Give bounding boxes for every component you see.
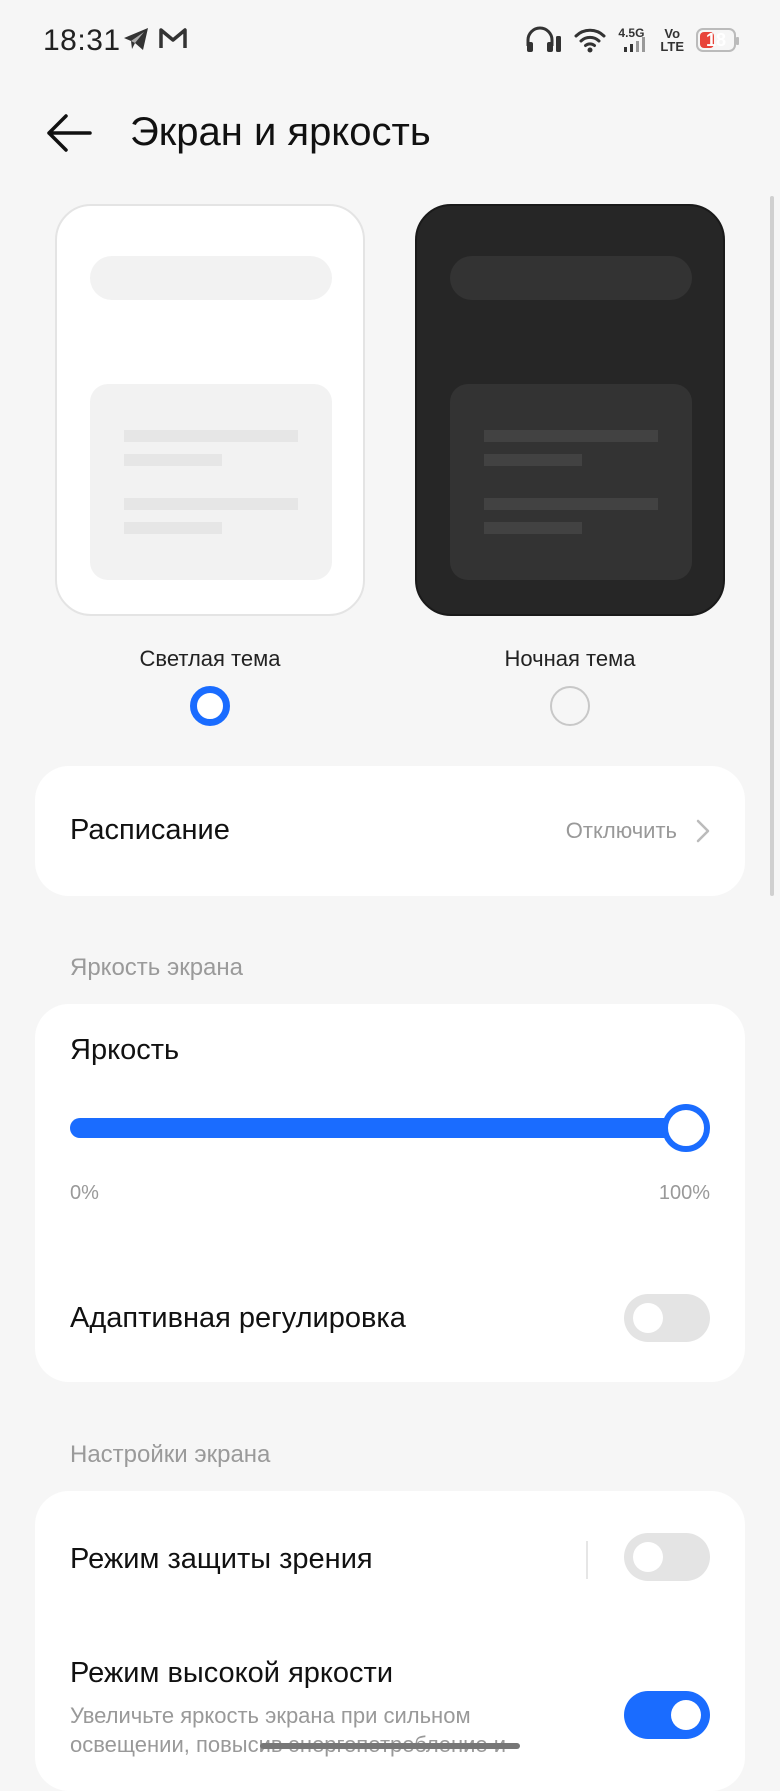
high-brightness-label: Режим высокой яркости: [70, 1657, 394, 1689]
gmail-icon: [159, 28, 187, 48]
chevron-right-icon: [696, 819, 710, 843]
status-bar: 18:31 4.5G Vo LTE 18: [0, 0, 780, 84]
home-indicator[interactable]: [260, 1743, 520, 1749]
brightness-min-label: 0%: [70, 1182, 99, 1204]
battery-icon: 18: [696, 28, 739, 52]
brightness-slider-thumb[interactable]: [662, 1104, 710, 1152]
wifi-icon: [574, 28, 606, 53]
brightness-card: Яркость 0% 100% Адаптивная регулировка: [35, 1004, 745, 1382]
status-left-icons: [122, 26, 188, 52]
dark-theme-label: Ночная тема: [504, 646, 636, 671]
scrollbar[interactable]: [770, 196, 774, 896]
volte-bottom-label: LTE: [660, 39, 684, 54]
page-title: Экран и яркость: [130, 110, 431, 154]
battery-level: 18: [705, 29, 727, 50]
arrow-left-icon: [47, 114, 92, 152]
light-theme-preview[interactable]: [55, 204, 365, 616]
schedule-label: Расписание: [70, 814, 230, 846]
high-brightness-description: Увеличьте яркость экрана при сильном осв…: [70, 1703, 506, 1757]
dark-theme-radio[interactable]: [550, 686, 590, 726]
back-button[interactable]: [44, 108, 94, 158]
brightness-slider[interactable]: [70, 1104, 710, 1152]
adaptive-brightness-toggle[interactable]: [624, 1294, 710, 1342]
brightness-slider-fill: [70, 1118, 690, 1138]
eye-protection-toggle[interactable]: [624, 1533, 710, 1581]
light-theme-label: Светлая тема: [139, 646, 281, 671]
adaptive-brightness-label: Адаптивная регулировка: [70, 1302, 406, 1334]
brightness-label: Яркость: [70, 1034, 180, 1066]
schedule-row[interactable]: Расписание Отключить: [35, 766, 745, 896]
brightness-max-label: 100%: [658, 1182, 710, 1204]
high-brightness-toggle[interactable]: [624, 1691, 710, 1739]
schedule-value: Отключить: [565, 818, 677, 843]
signal-indicator: 4.5G: [618, 27, 648, 53]
signal-icon: [624, 37, 646, 52]
eye-protection-label: Режим защиты зрения: [70, 1543, 373, 1575]
status-time: 18:31: [43, 24, 121, 57]
screen-section-header: Настройки экрана: [70, 1441, 271, 1468]
status-right-icons: 4.5G Vo LTE 18: [524, 26, 739, 54]
light-theme-radio[interactable]: [190, 686, 230, 726]
telegram-icon: [124, 28, 148, 50]
dark-theme-preview[interactable]: [415, 204, 725, 616]
headphones-icon: [526, 26, 562, 52]
brightness-section-header: Яркость экрана: [70, 954, 244, 981]
volte-indicator: Vo LTE: [660, 27, 684, 53]
divider: [586, 1541, 588, 1579]
